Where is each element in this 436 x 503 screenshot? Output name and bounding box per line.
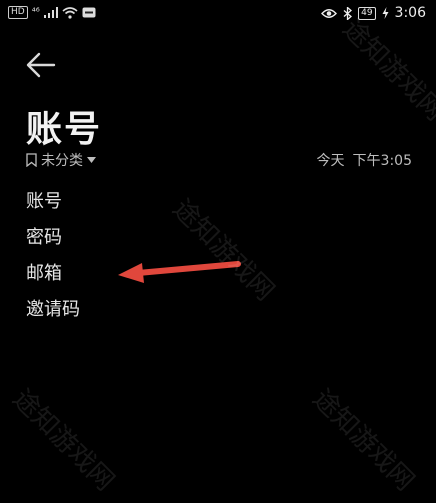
hd-badge: HD (8, 6, 28, 19)
field-password[interactable]: 密码 (26, 226, 80, 262)
dropdown-caret-icon (87, 157, 96, 163)
wifi-icon (62, 6, 78, 19)
timestamp: 今天 下午3:05 (317, 150, 412, 170)
field-invite-code[interactable]: 邀请码 (26, 298, 80, 334)
bluetooth-icon (343, 6, 353, 20)
watermark: 途知游戏网 (6, 383, 120, 497)
category-selector[interactable]: 未分类 (26, 150, 96, 170)
timestamp-time: 下午3:05 (352, 153, 412, 169)
status-time: 3:06 (394, 5, 426, 21)
field-account[interactable]: 账号 (26, 190, 80, 226)
signal-strength-text: ⁴⁶ (31, 7, 40, 18)
timestamp-day: 今天 (316, 153, 345, 169)
eye-comfort-icon (321, 8, 338, 18)
back-arrow-icon (26, 52, 56, 78)
message-notification-icon (82, 7, 96, 18)
bookmark-icon (26, 153, 37, 167)
page-title: 账号 (26, 109, 103, 150)
cellular-signal-icon (43, 7, 58, 18)
battery-level: 49 (358, 6, 376, 20)
field-email[interactable]: 邮箱 (26, 262, 80, 298)
charging-icon (382, 7, 389, 19)
meta-row: 未分类 今天 下午3:05 (26, 150, 412, 170)
status-bar: HD ⁴⁶ 49 3:06 (0, 0, 436, 28)
watermark: 途知游戏网 (306, 383, 420, 497)
category-label: 未分类 (41, 153, 83, 169)
pointer-arrow-annotation (118, 261, 241, 283)
field-list: 账号 密码 邮箱 邀请码 (26, 190, 80, 334)
back-button[interactable] (24, 50, 58, 80)
